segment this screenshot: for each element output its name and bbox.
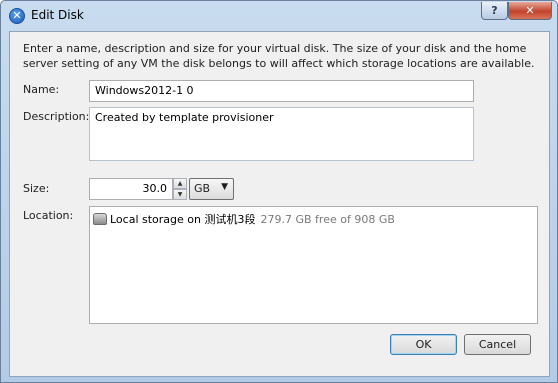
title-bar[interactable]: ✕ Edit Disk ? ✕ bbox=[1, 1, 557, 31]
close-button[interactable]: ✕ bbox=[508, 2, 552, 20]
name-label: Name: bbox=[23, 83, 60, 96]
location-free-space: 279.7 GB free of 908 GB bbox=[260, 213, 395, 226]
cancel-button[interactable]: Cancel bbox=[464, 334, 531, 355]
spin-down-icon[interactable]: ▼ bbox=[173, 189, 187, 200]
description-label: Description: bbox=[23, 110, 90, 123]
name-field[interactable]: Windows2012-1 0 bbox=[89, 80, 474, 102]
description-field[interactable]: Created by template provisioner bbox=[89, 107, 474, 161]
size-unit-value: GB bbox=[194, 182, 211, 195]
size-label: Size: bbox=[23, 182, 50, 195]
size-input[interactable]: 30.0 bbox=[89, 178, 173, 200]
disk-icon bbox=[93, 213, 107, 225]
location-label: Location: bbox=[23, 209, 74, 222]
instructions-text: Enter a name, description and size for y… bbox=[23, 42, 535, 70]
help-button[interactable]: ? bbox=[481, 2, 508, 20]
location-list[interactable]: Local storage on 测试机3段 279.7 GB free of 9… bbox=[89, 206, 538, 324]
app-icon: ✕ bbox=[9, 8, 25, 24]
location-item[interactable]: Local storage on 测试机3段 279.7 GB free of 9… bbox=[93, 211, 395, 227]
ok-button[interactable]: OK bbox=[390, 334, 457, 355]
edit-disk-dialog: ✕ Edit Disk ? ✕ Enter a name, descriptio… bbox=[0, 0, 558, 383]
window-title: Edit Disk bbox=[31, 8, 84, 22]
location-name: Local storage on 测试机3段 bbox=[110, 213, 256, 226]
chevron-down-icon: ▼ bbox=[221, 182, 228, 192]
dialog-content: Enter a name, description and size for y… bbox=[9, 31, 550, 377]
size-unit-select[interactable]: GB ▼ bbox=[189, 178, 234, 200]
size-spinner: ▲ ▼ bbox=[173, 178, 187, 200]
spin-up-icon[interactable]: ▲ bbox=[173, 178, 187, 189]
